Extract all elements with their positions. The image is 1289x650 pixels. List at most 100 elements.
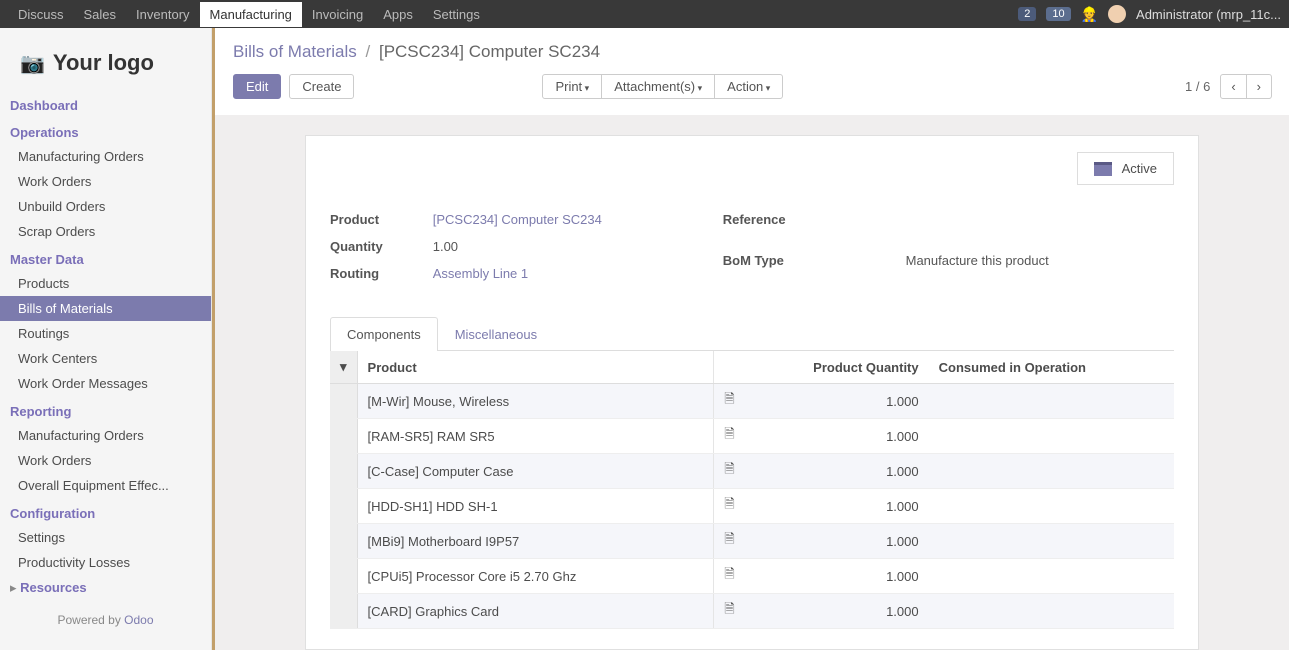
file-icon: 🗎 <box>724 426 734 441</box>
create-button[interactable]: Create <box>289 74 354 99</box>
nav-item-apps[interactable]: Apps <box>373 2 423 27</box>
row-handle[interactable] <box>330 489 357 524</box>
sidebar-header-reporting[interactable]: Reporting <box>0 396 211 423</box>
attachments-menu[interactable]: Attachment(s) <box>601 74 715 99</box>
action-menu[interactable]: Action <box>714 74 783 99</box>
row-gap <box>693 454 714 489</box>
routing-label: Routing <box>330 260 433 287</box>
th-attach <box>714 351 745 384</box>
pager-text: 1 / 6 <box>1185 79 1210 94</box>
table-row[interactable]: [HDD-SH1] HDD SH-1🗎1.000 <box>330 489 1174 524</box>
sidebar-item-products[interactable]: Products <box>0 271 211 296</box>
form-sheet: Active Product [PCSC234] Computer SC234 … <box>305 135 1199 650</box>
sidebar-item-bills-of-materials[interactable]: Bills of Materials <box>0 296 211 321</box>
row-handle[interactable] <box>330 454 357 489</box>
th-qty[interactable]: Product Quantity <box>745 351 929 384</box>
status-box[interactable]: Active <box>1077 152 1174 185</box>
print-menu[interactable]: Print <box>542 74 602 99</box>
table-row[interactable]: [CARD] Graphics Card🗎1.000 <box>330 594 1174 629</box>
clock-badge[interactable]: 2 <box>1018 7 1036 21</box>
pager-prev[interactable]: ‹ <box>1220 74 1246 99</box>
routing-value[interactable]: Assembly Line 1 <box>433 260 643 287</box>
file-icon: 🗎 <box>724 496 734 511</box>
sidebar-item-work-centers[interactable]: Work Centers <box>0 346 211 371</box>
file-icon: 🗎 <box>724 601 734 616</box>
nav-item-manufacturing[interactable]: Manufacturing <box>200 2 302 27</box>
row-qty: 1.000 <box>745 594 929 629</box>
nav-item-inventory[interactable]: Inventory <box>126 2 199 27</box>
row-attachment[interactable]: 🗎 <box>714 594 745 629</box>
sidebar-header-operations[interactable]: Operations <box>0 117 211 144</box>
table-row[interactable]: [M-Wir] Mouse, Wireless🗎1.000 <box>330 384 1174 419</box>
tab-components[interactable]: Components <box>330 317 438 351</box>
top-nav-right: 2 10 👷 Administrator (mrp_11c... <box>1018 5 1281 23</box>
row-product: [CPUi5] Processor Core i5 2.70 Ghz <box>357 559 693 594</box>
reference-label: Reference <box>723 206 836 247</box>
table-row[interactable]: [CPUi5] Processor Core i5 2.70 Ghz🗎1.000 <box>330 559 1174 594</box>
sidebar-resources[interactable]: Resources <box>0 575 211 601</box>
row-handle[interactable] <box>330 559 357 594</box>
table-row[interactable]: [MBi9] Motherboard I9P57🗎1.000 <box>330 524 1174 559</box>
row-handle[interactable] <box>330 524 357 559</box>
file-icon: 🗎 <box>724 461 734 476</box>
tab-miscellaneous[interactable]: Miscellaneous <box>438 317 554 351</box>
sidebar-item-manufacturing-orders[interactable]: Manufacturing Orders <box>0 144 211 169</box>
row-qty: 1.000 <box>745 384 929 419</box>
row-attachment[interactable]: 🗎 <box>714 419 745 454</box>
sidebar-item-settings[interactable]: Settings <box>0 525 211 550</box>
powered-by: Powered by Odoo <box>0 601 211 639</box>
sidebar-header-configuration[interactable]: Configuration <box>0 498 211 525</box>
sidebar-item-unbuild-orders[interactable]: Unbuild Orders <box>0 194 211 219</box>
row-attachment[interactable]: 🗎 <box>714 454 745 489</box>
sidebar-item-work-orders[interactable]: Work Orders <box>0 448 211 473</box>
archive-icon <box>1094 162 1112 176</box>
row-attachment[interactable]: 🗎 <box>714 524 745 559</box>
row-gap <box>693 419 714 454</box>
sidebar-header-master-data[interactable]: Master Data <box>0 244 211 271</box>
action-menus: Print Attachment(s) Action <box>542 74 782 99</box>
main: Bills of Materials / [PCSC234] Computer … <box>212 28 1289 650</box>
sidebar-item-work-orders[interactable]: Work Orders <box>0 169 211 194</box>
row-gap <box>693 559 714 594</box>
th-gap1 <box>693 351 714 384</box>
chat-badge[interactable]: 10 <box>1046 7 1070 21</box>
row-attachment[interactable]: 🗎 <box>714 559 745 594</box>
row-attachment[interactable]: 🗎 <box>714 489 745 524</box>
row-qty: 1.000 <box>745 489 929 524</box>
sidebar-item-work-order-messages[interactable]: Work Order Messages <box>0 371 211 396</box>
nav-item-invoicing[interactable]: Invoicing <box>302 2 373 27</box>
nav-item-sales[interactable]: Sales <box>74 2 127 27</box>
th-product[interactable]: Product <box>357 351 693 384</box>
sidebar-header-dashboard[interactable]: Dashboard <box>0 90 211 117</box>
username[interactable]: Administrator (mrp_11c... <box>1136 7 1281 22</box>
row-attachment[interactable]: 🗎 <box>714 384 745 419</box>
th-consumed[interactable]: Consumed in Operation <box>929 351 1174 384</box>
sidebar-item-overall-equipment-effec-[interactable]: Overall Equipment Effec... <box>0 473 211 498</box>
row-handle[interactable] <box>330 594 357 629</box>
row-handle[interactable] <box>330 384 357 419</box>
row-gap <box>693 489 714 524</box>
sidebar-item-manufacturing-orders[interactable]: Manufacturing Orders <box>0 423 211 448</box>
nav-item-discuss[interactable]: Discuss <box>8 2 74 27</box>
status-label: Active <box>1122 161 1157 176</box>
sidebar-item-productivity-losses[interactable]: Productivity Losses <box>0 550 211 575</box>
row-consumed <box>929 489 1174 524</box>
row-handle[interactable] <box>330 419 357 454</box>
table-row[interactable]: [C-Case] Computer Case🗎1.000 <box>330 454 1174 489</box>
row-consumed <box>929 524 1174 559</box>
edit-button[interactable]: Edit <box>233 74 281 99</box>
breadcrumb-root[interactable]: Bills of Materials <box>233 42 357 61</box>
table-row[interactable]: [RAM-SR5] RAM SR5🗎1.000 <box>330 419 1174 454</box>
odoo-link[interactable]: Odoo <box>124 613 153 627</box>
worker-icon[interactable]: 👷 <box>1081 6 1098 23</box>
row-consumed <box>929 419 1174 454</box>
sidebar-item-routings[interactable]: Routings <box>0 321 211 346</box>
sidebar-item-scrap-orders[interactable]: Scrap Orders <box>0 219 211 244</box>
row-product: [MBi9] Motherboard I9P57 <box>357 524 693 559</box>
nav-item-settings[interactable]: Settings <box>423 2 490 27</box>
product-value[interactable]: [PCSC234] Computer SC234 <box>433 206 643 233</box>
pager-next[interactable]: › <box>1246 74 1272 99</box>
sort-column[interactable]: ▾ <box>330 351 357 384</box>
logo[interactable]: 📷 Your logo <box>0 36 211 90</box>
avatar[interactable] <box>1108 5 1126 23</box>
